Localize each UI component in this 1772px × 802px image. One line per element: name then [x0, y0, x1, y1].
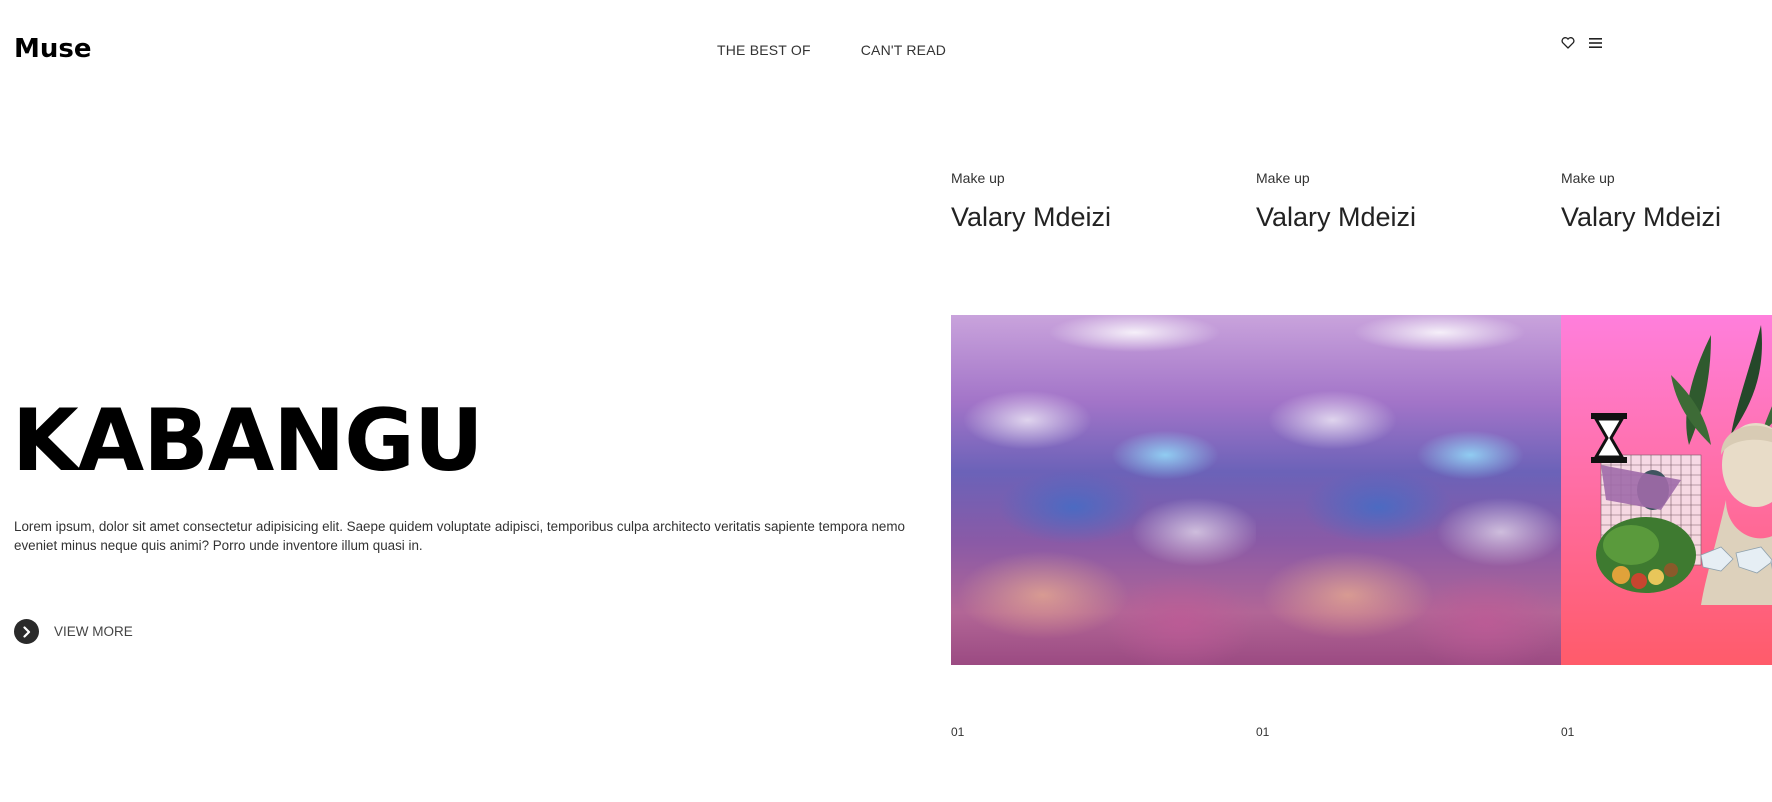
iridescent-water-image[interactable] [1256, 315, 1562, 665]
article-card[interactable]: Make up Valary Mdeizi 01 [951, 0, 1257, 802]
hero-title: KABANGU [12, 391, 484, 491]
brand-logo[interactable]: Muse [14, 34, 92, 64]
view-more-label: VIEW MORE [54, 624, 133, 639]
card-carousel: Make up Valary Mdeizi 01 Make up Valary … [951, 0, 1772, 802]
card-number: 01 [1256, 725, 1270, 739]
card-category: Make up [951, 170, 1005, 186]
card-number: 01 [1561, 725, 1575, 739]
card-category: Make up [1561, 170, 1615, 186]
hero-description: Lorem ipsum, dolor sit amet consectetur … [14, 519, 905, 553]
nav-link-cant-read[interactable]: CAN'T READ [861, 42, 946, 58]
card-title[interactable]: Valary Mdeizi [951, 202, 1111, 233]
main-nav: THE BEST OF CAN'T READ [717, 42, 946, 58]
view-more-button[interactable]: VIEW MORE [14, 619, 133, 644]
vaporwave-collage-image[interactable] [1561, 315, 1772, 665]
nav-link-best-of[interactable]: THE BEST OF [717, 42, 811, 58]
article-card[interactable]: Make up Valary Mdeizi 01 [1561, 0, 1772, 802]
card-category: Make up [1256, 170, 1310, 186]
iridescent-water-image[interactable] [951, 315, 1257, 665]
card-title[interactable]: Valary Mdeizi [1256, 202, 1416, 233]
card-title[interactable]: Valary Mdeizi [1561, 202, 1721, 233]
article-card[interactable]: Make up Valary Mdeizi 01 [1256, 0, 1562, 802]
card-number: 01 [951, 725, 965, 739]
chevron-right-icon [14, 619, 39, 644]
